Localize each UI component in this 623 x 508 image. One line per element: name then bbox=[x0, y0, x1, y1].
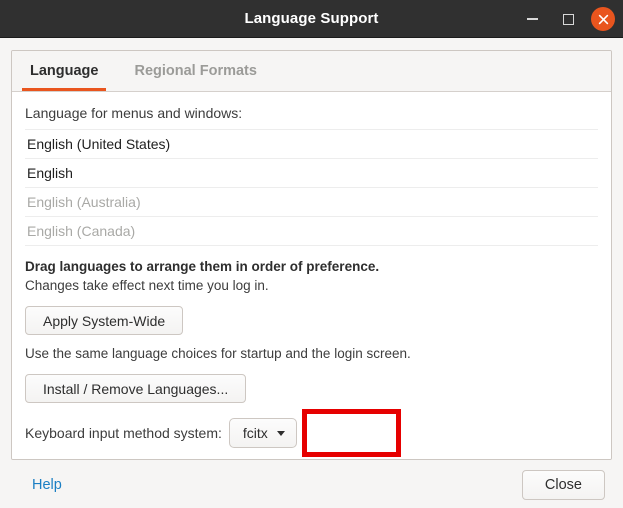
apply-system-wide-button[interactable]: Apply System-Wide bbox=[25, 306, 183, 335]
drag-hint: Drag languages to arrange them in order … bbox=[25, 258, 598, 276]
tab-regional-formats[interactable]: Regional Formats bbox=[116, 51, 274, 91]
changes-hint: Changes take effect next time you log in… bbox=[25, 276, 598, 296]
install-remove-languages-button[interactable]: Install / Remove Languages... bbox=[25, 374, 246, 403]
titlebar: Language Support bbox=[0, 0, 623, 38]
window-title: Language Support bbox=[244, 10, 378, 27]
dialog-footer: Help Close bbox=[0, 461, 623, 508]
notebook-panel: Language Regional Formats Language for m… bbox=[11, 50, 612, 460]
tab-language[interactable]: Language bbox=[12, 51, 116, 91]
install-row: Install / Remove Languages... bbox=[25, 374, 598, 403]
apply-hint: Use the same language choices for startu… bbox=[25, 344, 598, 364]
apply-row: Apply System-Wide bbox=[25, 306, 598, 335]
maximize-icon[interactable] bbox=[555, 6, 581, 32]
tab-regional-formats-label: Regional Formats bbox=[134, 63, 256, 79]
list-item[interactable]: English (Canada) bbox=[25, 217, 598, 246]
input-method-label: Keyboard input method system: bbox=[25, 425, 222, 441]
language-tab-page: Language for menus and windows: English … bbox=[12, 92, 611, 460]
input-method-value: fcitx bbox=[243, 425, 268, 441]
dialog-body: Language Regional Formats Language for m… bbox=[0, 38, 623, 461]
list-item[interactable]: English (Australia) bbox=[25, 188, 598, 217]
highlight-box bbox=[302, 409, 401, 457]
input-method-row: Keyboard input method system: fcitx bbox=[25, 418, 598, 448]
window-controls bbox=[519, 0, 615, 38]
list-item[interactable]: English (United States) bbox=[25, 130, 598, 159]
close-icon[interactable] bbox=[591, 7, 615, 31]
language-support-window: Language Support Language Regional Forma… bbox=[0, 0, 623, 508]
help-link[interactable]: Help bbox=[32, 477, 62, 493]
tab-strip: Language Regional Formats bbox=[12, 51, 611, 92]
close-x-glyph bbox=[598, 14, 609, 25]
tab-language-label: Language bbox=[30, 63, 98, 79]
section-label-language-for-menus: Language for menus and windows: bbox=[25, 105, 598, 121]
list-item[interactable]: English bbox=[25, 159, 598, 188]
minimize-icon[interactable] bbox=[519, 6, 545, 32]
close-button[interactable]: Close bbox=[522, 470, 605, 500]
chevron-down-icon bbox=[277, 431, 285, 436]
input-method-dropdown[interactable]: fcitx bbox=[229, 418, 297, 448]
language-list[interactable]: English (United States) English English … bbox=[25, 129, 598, 246]
